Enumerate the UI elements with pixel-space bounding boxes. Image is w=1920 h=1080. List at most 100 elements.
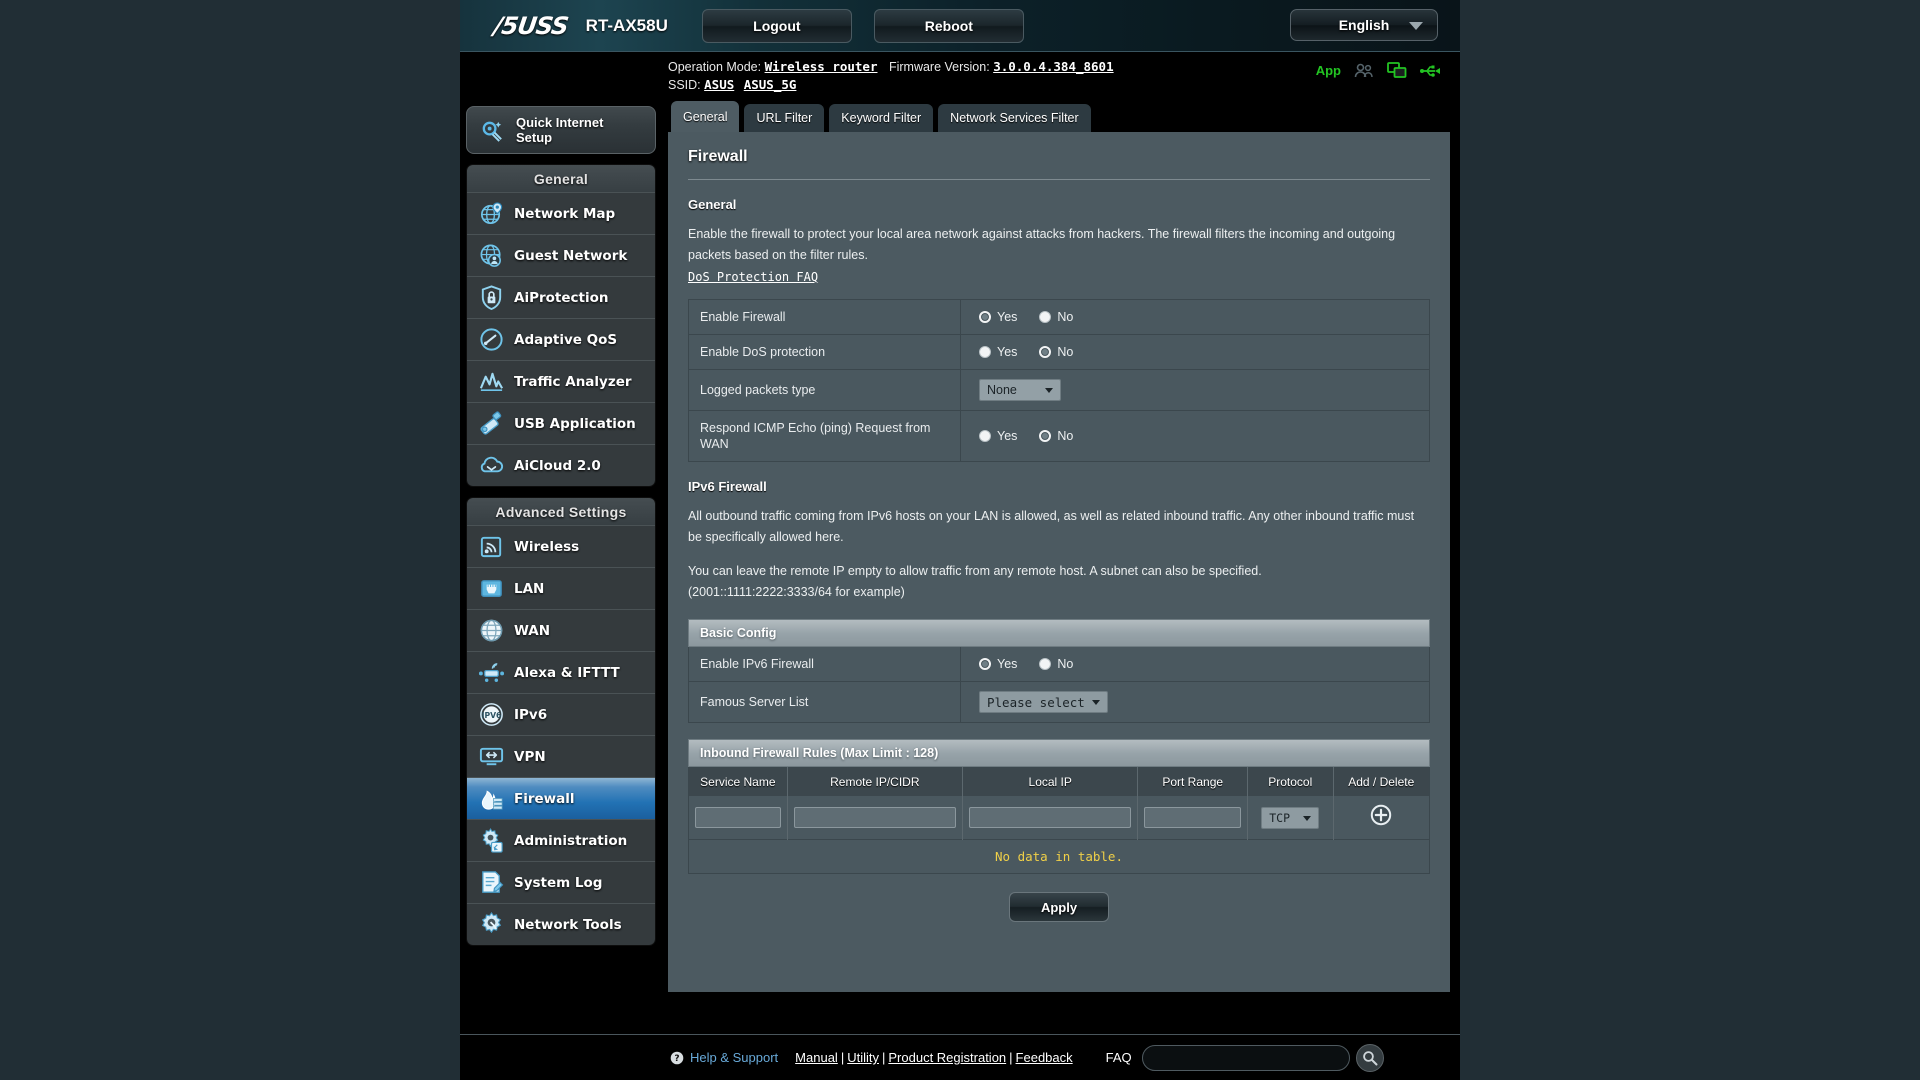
enable-ipv6-firewall-yes-radio[interactable] bbox=[979, 658, 991, 670]
sidebar-item-alexa-ifttt[interactable]: Alexa & IFTTT bbox=[467, 651, 655, 693]
separator: | bbox=[840, 1050, 845, 1065]
cell-remote-ip bbox=[787, 796, 964, 840]
sidebar-item-wireless[interactable]: Wireless bbox=[467, 525, 655, 567]
sidebar-label: VPN bbox=[514, 748, 546, 765]
sidebar-item-adaptive-qos[interactable]: Adaptive QoS bbox=[467, 318, 655, 360]
enable-firewall-control: Yes No bbox=[960, 299, 1430, 335]
ssid-label: SSID: bbox=[668, 78, 701, 92]
connected-clients-icon[interactable] bbox=[1354, 63, 1374, 79]
lan-port-icon bbox=[481, 580, 502, 597]
general-description: Enable the firewall to protect your loca… bbox=[688, 227, 1396, 262]
enable-firewall-label: Enable Firewall bbox=[688, 299, 961, 335]
protocol-select[interactable]: TCP bbox=[1261, 806, 1320, 829]
column-local-ip: Local IP bbox=[962, 767, 1139, 796]
sidebar-group-advanced: Advanced Settings Wireless LAN WAN Alexa… bbox=[466, 497, 656, 946]
famous-server-list-select[interactable]: Please select bbox=[979, 691, 1108, 713]
wireless-icon bbox=[480, 536, 502, 558]
radio-yes-label: Yes bbox=[997, 657, 1018, 671]
enable-ipv6-firewall-no-radio[interactable] bbox=[1039, 658, 1052, 670]
sidebar-item-administration[interactable]: Administration bbox=[467, 819, 655, 861]
svg-text:IPV6: IPV6 bbox=[482, 711, 502, 720]
respond-icmp-yes-radio[interactable] bbox=[979, 430, 991, 442]
faq-label: FAQ bbox=[1105, 1050, 1132, 1065]
radio-no-label: No bbox=[1057, 429, 1074, 443]
respond-icmp-no-radio[interactable] bbox=[1039, 430, 1052, 442]
operation-mode-value[interactable]: Wireless router bbox=[765, 59, 878, 74]
radio-yes-label: Yes bbox=[997, 429, 1018, 443]
sidebar-label: WAN bbox=[514, 622, 551, 639]
guest-network-icon bbox=[480, 244, 501, 267]
tab-network-services-filter[interactable]: Network Services Filter bbox=[937, 103, 1092, 132]
table-row: Enable IPv6 Firewall Yes No bbox=[688, 647, 1430, 682]
body-container: Quick InternetSetup General Network Map bbox=[460, 100, 1460, 992]
faq-search-button[interactable] bbox=[1355, 1043, 1384, 1072]
famous-server-list-control: Please select bbox=[960, 681, 1430, 723]
globe-icon bbox=[480, 619, 503, 642]
cell-port-range bbox=[1137, 796, 1248, 840]
basic-config-header: Basic Config bbox=[688, 619, 1430, 647]
firmware-value[interactable]: 3.0.0.4.384_8601 bbox=[993, 59, 1113, 74]
ssid-2g-value[interactable]: ASUS bbox=[704, 77, 734, 92]
sidebar-item-ipv6[interactable]: IPV6 IPv6 bbox=[467, 693, 655, 735]
usb-icon[interactable] bbox=[1420, 63, 1442, 79]
dos-protection-faq-link[interactable]: DoS Protection FAQ bbox=[688, 270, 818, 284]
sidebar-item-firewall[interactable]: Firewall bbox=[467, 777, 655, 819]
main-content: General URL Filter Keyword Filter Networ… bbox=[668, 100, 1460, 992]
tab-url-filter[interactable]: URL Filter bbox=[743, 103, 826, 132]
sidebar: Quick InternetSetup General Network Map bbox=[460, 100, 668, 946]
utility-link[interactable]: Utility bbox=[847, 1050, 879, 1065]
enable-firewall-no-radio[interactable] bbox=[1039, 311, 1052, 323]
router-model-name: RT-AX58U bbox=[585, 15, 668, 35]
table-row: Famous Server List Please select bbox=[688, 681, 1430, 723]
logged-packets-select[interactable]: None bbox=[979, 379, 1061, 401]
product-registration-link[interactable]: Product Registration bbox=[888, 1050, 1006, 1065]
radio-no-label: No bbox=[1057, 657, 1074, 671]
quick-internet-setup-button[interactable]: Quick Internet Setup bbox=[466, 106, 656, 154]
sidebar-item-aiprotection[interactable]: AiProtection bbox=[467, 276, 655, 318]
separator: | bbox=[881, 1050, 886, 1065]
logged-packets-control: None bbox=[960, 369, 1430, 411]
manual-link[interactable]: Manual bbox=[795, 1050, 838, 1065]
sidebar-item-lan[interactable]: LAN bbox=[467, 567, 655, 609]
enable-dos-no-radio[interactable] bbox=[1039, 346, 1052, 358]
vpn-icon bbox=[479, 747, 504, 766]
sidebar-item-network-tools[interactable]: Network Tools bbox=[467, 903, 655, 945]
page-title: Firewall bbox=[688, 148, 1430, 180]
enable-firewall-yes-radio[interactable] bbox=[979, 311, 991, 323]
cell-service-name bbox=[688, 796, 788, 840]
tab-keyword-filter[interactable]: Keyword Filter bbox=[828, 103, 935, 132]
enable-dos-yes-radio[interactable] bbox=[979, 346, 991, 358]
sidebar-label: AiCloud 2.0 bbox=[514, 457, 601, 474]
sidebar-item-vpn[interactable]: VPN bbox=[467, 735, 655, 777]
faq-search-input[interactable] bbox=[1141, 1044, 1350, 1071]
ssid-5g-value[interactable]: ASUS_5G bbox=[744, 77, 797, 92]
sidebar-label: Alexa & IFTTT bbox=[514, 664, 620, 681]
feedback-link[interactable]: Feedback bbox=[1016, 1050, 1073, 1065]
sidebar-item-traffic-analyzer[interactable]: Traffic Analyzer bbox=[467, 360, 655, 402]
remote-ip-cidr-input[interactable] bbox=[793, 807, 957, 828]
inbound-rules-header: Inbound Firewall Rules (Max Limit : 128) bbox=[688, 739, 1430, 767]
sidebar-item-network-map[interactable]: Network Map bbox=[467, 192, 655, 234]
app-link[interactable]: App bbox=[1316, 63, 1341, 78]
famous-server-list-label: Famous Server List bbox=[688, 681, 961, 723]
service-name-input[interactable] bbox=[695, 807, 781, 828]
sidebar-item-system-log[interactable]: System Log bbox=[467, 861, 655, 903]
respond-icmp-control: Yes No bbox=[960, 410, 1430, 462]
network-monitor-icon[interactable] bbox=[1387, 62, 1407, 79]
add-rule-button[interactable] bbox=[1370, 804, 1392, 826]
sidebar-item-aicloud[interactable]: AiCloud 2.0 bbox=[467, 444, 655, 486]
sidebar-item-guest-network[interactable]: Guest Network bbox=[467, 234, 655, 276]
sidebar-label: Traffic Analyzer bbox=[514, 373, 632, 390]
port-range-input[interactable] bbox=[1144, 807, 1241, 828]
logout-button[interactable]: Logout bbox=[701, 8, 852, 43]
sidebar-item-usb-application[interactable]: USB Application bbox=[467, 402, 655, 444]
sidebar-item-wan[interactable]: WAN bbox=[467, 609, 655, 651]
local-ip-input[interactable] bbox=[969, 807, 1132, 828]
tab-general[interactable]: General bbox=[670, 100, 741, 132]
language-label: English bbox=[1338, 17, 1390, 33]
firmware-label: Firmware Version: bbox=[888, 60, 990, 74]
reboot-button[interactable]: Reboot bbox=[873, 8, 1024, 43]
system-log-icon bbox=[482, 871, 504, 893]
apply-button[interactable]: Apply bbox=[1009, 892, 1109, 922]
language-selector[interactable]: English bbox=[1290, 9, 1438, 41]
